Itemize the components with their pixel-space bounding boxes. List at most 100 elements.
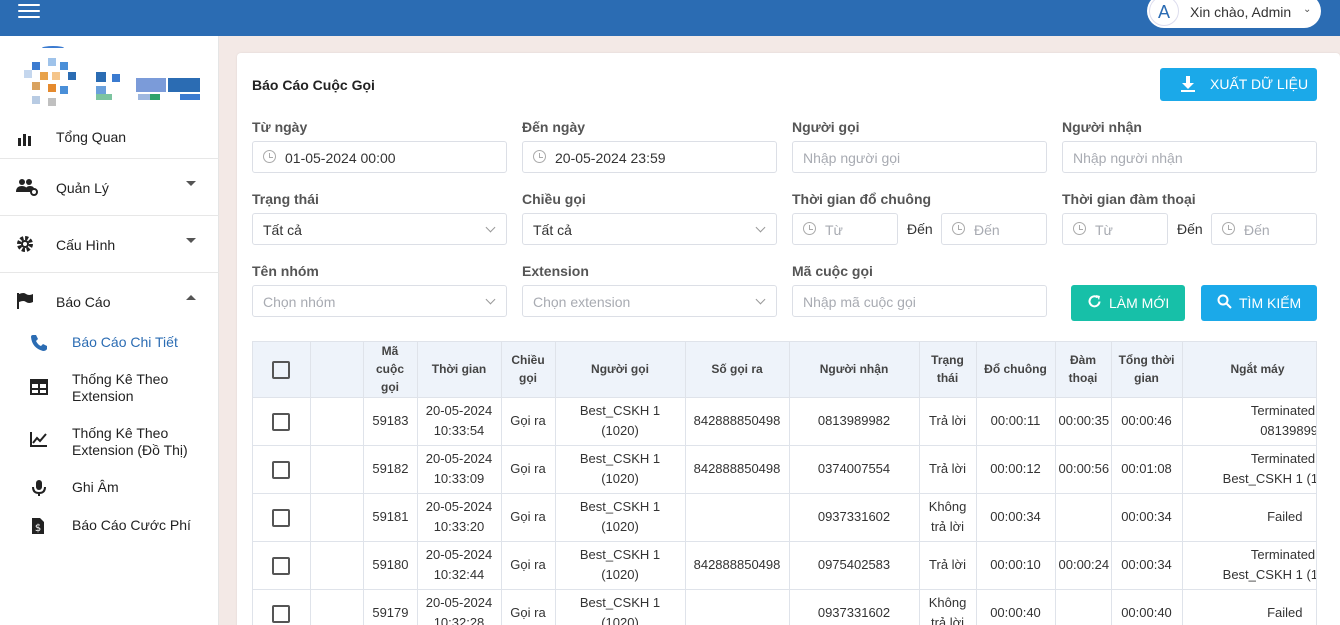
header-status: Trạng thái [919, 342, 977, 398]
time-cell: 20-05-2024 10:32:44 [417, 541, 502, 590]
status-cell: Trả lời [919, 541, 977, 590]
time-text: 10:33:09 [433, 471, 485, 486]
date-text: 20-05-2024 [425, 547, 493, 562]
call-id-label: Mã cuộc gọi [792, 263, 873, 279]
direction-cell: Gọi ra [501, 589, 556, 625]
row-checkbox[interactable] [272, 508, 291, 527]
direction-select[interactable]: Tất cả [522, 213, 777, 245]
status-text: Trả lời [929, 461, 966, 476]
date-text: 20-05-2024 [425, 451, 493, 466]
ring-time-from-input[interactable]: Từ [792, 213, 898, 245]
sidebar-subitem-label: Thống Kê Theo Extension (Đồ Thị) [72, 425, 188, 458]
header-time: Thời gian [417, 342, 502, 398]
refresh-label: LÀM MỚI [1109, 295, 1170, 311]
clock-icon [533, 150, 546, 163]
row-checkbox[interactable] [272, 556, 291, 575]
user-menu[interactable]: A Xin chào, Admin ⌄ [1147, 0, 1321, 28]
talk-cell: 00:00:35 [1055, 397, 1112, 446]
dollar-file-icon: $ [30, 517, 50, 537]
blank-cell [310, 541, 364, 590]
export-label: XUẤT DỮ LIỆU [1210, 76, 1309, 92]
header-receiver: Người nhận [789, 342, 920, 398]
receiver-label: Người nhận [1062, 119, 1142, 135]
sidebar-item-config[interactable]: Cấu Hình [0, 216, 219, 273]
gear-icon [16, 235, 36, 255]
refresh-button[interactable]: LÀM MỚI [1071, 285, 1185, 321]
header-caller: Người gọi [555, 342, 686, 398]
row-select-cell[interactable] [253, 493, 311, 542]
total-cell: 00:00:46 [1111, 397, 1183, 446]
call-id-input[interactable]: Nhập mã cuộc gọi [792, 285, 1047, 317]
clock-icon [1073, 222, 1086, 235]
caller-input[interactable]: Nhập người gọi [792, 141, 1047, 173]
line-chart-icon [30, 431, 50, 451]
sidebar: Tổng Quan Quản Lý Cấu Hình Báo Cáo Báo C… [0, 36, 219, 625]
row-select-cell[interactable] [253, 541, 311, 590]
sidebar-subitem-label: Thống Kê Theo Extension [72, 371, 169, 404]
table-row[interactable]: 59183 20-05-2024 10:33:54 Gọi ra Best_CSK… [253, 397, 1316, 446]
sidebar-item-label: Quản Lý [56, 180, 109, 196]
direction-cell: Gọi ra [501, 493, 556, 542]
sidebar-item-overview[interactable]: Tổng Quan [0, 124, 219, 159]
flag-icon [16, 292, 36, 312]
talk-time-to-input[interactable]: Đến [1211, 213, 1317, 245]
hamburger-menu-icon[interactable] [18, 4, 40, 20]
talk-time-from-input[interactable]: Từ [1062, 213, 1168, 245]
blank-cell [310, 493, 364, 542]
header-total: Tổng thời gian [1111, 342, 1183, 398]
from-date-input[interactable]: 01-05-2024 00:00 [252, 141, 507, 173]
table-row[interactable]: 59179 20-05-2024 10:32:28 Gọi ra Best_CSK… [253, 589, 1316, 625]
extension-select[interactable]: Chọn extension [522, 285, 777, 317]
row-select-cell[interactable] [253, 589, 311, 625]
time-text: 10:33:54 [433, 423, 485, 438]
receiver-cell: 0937331602 [789, 589, 920, 625]
clock-icon [263, 150, 276, 163]
select-all-checkbox[interactable] [272, 360, 291, 379]
row-checkbox[interactable] [272, 460, 291, 479]
search-button[interactable]: TÌM KIẾM [1201, 285, 1317, 321]
status-text: Trả lời [929, 413, 966, 428]
header-talk: Đàm thoại [1055, 342, 1112, 398]
outbound-cell [685, 589, 790, 625]
ring-to-label: Đến [907, 221, 933, 237]
blank-cell [310, 589, 364, 625]
status-cell: Trả lời [919, 445, 977, 494]
caller-cell: Best_CSKH 1 (1020) [555, 445, 686, 494]
sidebar-item-label: Tổng Quan [56, 129, 127, 145]
row-checkbox[interactable] [272, 412, 291, 431]
caller-ext: (1020) [601, 615, 639, 625]
sidebar-item-management[interactable]: Quản Lý [0, 159, 219, 216]
status-select[interactable]: Tất cả [252, 213, 507, 245]
ring-cell: 00:00:34 [976, 493, 1056, 542]
brand-logo [22, 44, 202, 114]
date-text: 20-05-2024 [425, 499, 493, 514]
header-blank [310, 342, 364, 398]
ring-time-to-input[interactable]: Đến [941, 213, 1047, 245]
group-select[interactable]: Chọn nhóm [252, 285, 507, 317]
direction-label: Chiều gọi [522, 191, 586, 207]
to-date-input[interactable]: 20-05-2024 23:59 [522, 141, 777, 173]
extension-label: Extension [522, 263, 589, 279]
to-date-value: 20-05-2024 23:59 [555, 150, 666, 166]
receiver-input[interactable]: Nhập người nhận [1062, 141, 1317, 173]
talk-cell: 00:00:24 [1055, 541, 1112, 590]
sidebar-item-reports[interactable]: Báo Cáo [0, 273, 219, 330]
row-checkbox[interactable] [272, 604, 291, 623]
microphone-icon [30, 479, 50, 499]
hangup-cell: Terminated by Best_CSKH 1 (102 [1182, 445, 1316, 494]
blank-cell [310, 445, 364, 494]
export-button[interactable]: XUẤT DỮ LIỆU [1160, 68, 1317, 101]
chevron-down-icon [755, 294, 766, 305]
hangup-text-2: 0813989982 [1260, 423, 1316, 438]
total-cell: 00:00:34 [1111, 493, 1183, 542]
header-outbound: Số gọi ra [685, 342, 790, 398]
table-row[interactable]: 59182 20-05-2024 10:33:09 Gọi ra Best_CSK… [253, 445, 1316, 494]
call-id-cell: 59182 [363, 445, 418, 494]
row-select-cell[interactable] [253, 397, 311, 446]
download-icon [1180, 75, 1196, 97]
table-row[interactable]: 59181 20-05-2024 10:33:20 Gọi ra Best_CSK… [253, 493, 1316, 542]
table-row[interactable]: 59180 20-05-2024 10:32:44 Gọi ra Best_CSK… [253, 541, 1316, 590]
select-all-cell[interactable] [253, 342, 311, 398]
ring-from-placeholder: Từ [825, 222, 843, 238]
row-select-cell[interactable] [253, 445, 311, 494]
